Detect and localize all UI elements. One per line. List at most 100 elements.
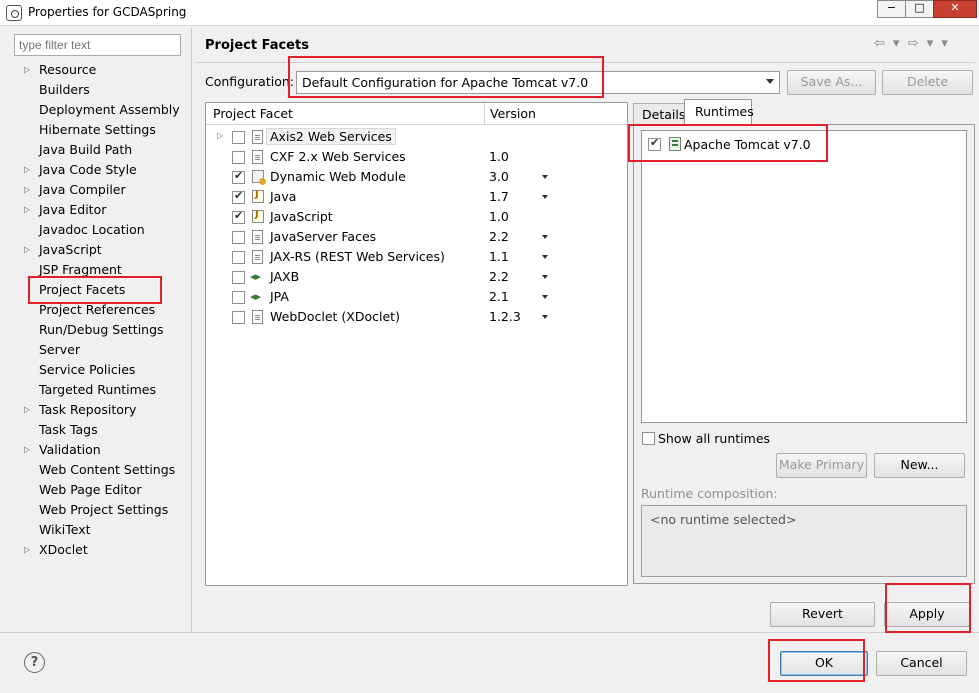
facet-name: Dynamic Web Module xyxy=(270,169,406,184)
new-runtime-button[interactable]: New... xyxy=(874,453,965,478)
version-dropdown-icon[interactable] xyxy=(542,275,548,279)
highlight-runtime xyxy=(628,124,828,162)
facet-version[interactable]: 2.2 xyxy=(489,229,509,244)
facet-row[interactable]: Java 1.7 xyxy=(206,187,627,207)
facet-row[interactable]: ◂▸ JAXB 2.2 xyxy=(206,267,627,287)
cancel-button[interactable]: Cancel xyxy=(876,651,967,676)
sidebar-divider[interactable] xyxy=(191,28,192,632)
sidebar-item-label: Run/Debug Settings xyxy=(39,322,164,337)
facet-version[interactable]: 3.0 xyxy=(489,169,509,184)
sidebar-item-label: Hibernate Settings xyxy=(39,122,156,137)
expand-arrow-icon[interactable]: ▷ xyxy=(24,440,30,460)
sidebar-item-web-page-editor[interactable]: Web Page Editor xyxy=(8,480,188,500)
facet-row[interactable]: JAX-RS (REST Web Services) 1.1 xyxy=(206,247,627,267)
sidebar-item-server[interactable]: Server xyxy=(8,340,188,360)
sidebar-item-resource[interactable]: ▷ Resource xyxy=(8,60,188,80)
sidebar-item-service-policies[interactable]: Service Policies xyxy=(8,360,188,380)
sidebar-item-targeted-runtimes[interactable]: Targeted Runtimes xyxy=(8,380,188,400)
expand-arrow-icon[interactable]: ▷ xyxy=(24,400,30,420)
expand-arrow-icon[interactable]: ▷ xyxy=(24,160,30,180)
column-header-facet[interactable]: Project Facet xyxy=(206,103,485,125)
maximize-button[interactable]: □ xyxy=(905,0,933,18)
minimize-button[interactable]: − xyxy=(877,0,905,18)
sidebar-item-run-debug-settings[interactable]: Run/Debug Settings xyxy=(8,320,188,340)
version-dropdown-icon[interactable] xyxy=(542,235,548,239)
sidebar-item-task-tags[interactable]: Task Tags xyxy=(8,420,188,440)
history-nav-arrows[interactable]: ⇦ ▾ ⇨ ▾ ▾ xyxy=(874,36,950,51)
facet-row[interactable]: WebDoclet (XDoclet) 1.2.3 xyxy=(206,307,627,327)
facet-version[interactable]: 2.2 xyxy=(489,269,509,284)
column-header-version[interactable]: Version xyxy=(485,103,627,125)
footer-separator xyxy=(0,632,979,633)
facet-version[interactable]: 1.2.3 xyxy=(489,309,521,324)
sidebar-item-hibernate-settings[interactable]: Hibernate Settings xyxy=(8,120,188,140)
sidebar-item-javascript[interactable]: ▷ JavaScript xyxy=(8,240,188,260)
sidebar-item-label: Task Repository xyxy=(39,402,137,417)
facet-version[interactable]: 2.1 xyxy=(489,289,509,304)
show-all-runtimes-label[interactable]: Show all runtimes xyxy=(658,431,770,446)
version-dropdown-icon[interactable] xyxy=(542,175,548,179)
facet-row[interactable]: JavaServer Faces 2.2 xyxy=(206,227,627,247)
sidebar-item-java-code-style[interactable]: ▷ Java Code Style xyxy=(8,160,188,180)
facet-row[interactable]: JavaScript 1.0 xyxy=(206,207,627,227)
tab-runtimes[interactable]: Runtimes xyxy=(684,99,754,125)
tab-details[interactable]: Details xyxy=(633,103,685,125)
facet-row[interactable]: ◂▸ JPA 2.1 xyxy=(206,287,627,307)
version-dropdown-icon[interactable] xyxy=(542,195,548,199)
sidebar-item-deployment-assembly[interactable]: Deployment Assembly xyxy=(8,100,188,120)
sidebar-item-xdoclet[interactable]: ▷ XDoclet xyxy=(8,540,188,560)
arrows-icon: ◂▸ xyxy=(250,290,262,303)
facets-table: Project Facet Version ▷ Axis2 Web Service… xyxy=(205,102,628,586)
facet-checkbox[interactable] xyxy=(232,209,245,224)
sidebar-item-web-project-settings[interactable]: Web Project Settings xyxy=(8,500,188,520)
expand-arrow-icon[interactable]: ▷ xyxy=(24,180,30,200)
version-dropdown-icon[interactable] xyxy=(542,255,548,259)
save-as-button[interactable]: Save As... xyxy=(787,70,876,95)
sidebar-item-java-build-path[interactable]: Java Build Path xyxy=(8,140,188,160)
show-all-runtimes-checkbox[interactable] xyxy=(642,432,655,445)
facet-row[interactable]: Dynamic Web Module 3.0 xyxy=(206,167,627,187)
expand-arrow-icon[interactable]: ▷ xyxy=(24,60,30,80)
sidebar-item-validation[interactable]: ▷ Validation xyxy=(8,440,188,460)
close-button[interactable]: ✕ xyxy=(933,0,977,18)
facet-checkbox[interactable] xyxy=(232,311,245,324)
sidebar-item-web-content-settings[interactable]: Web Content Settings xyxy=(8,460,188,480)
facet-row[interactable]: ▷ Axis2 Web Services xyxy=(206,127,627,147)
expand-arrow-icon[interactable]: ▷ xyxy=(24,240,30,260)
sidebar-item-task-repository[interactable]: ▷ Task Repository xyxy=(8,400,188,420)
facet-checkbox[interactable] xyxy=(232,189,245,204)
sidebar-item-builders[interactable]: Builders xyxy=(8,80,188,100)
delete-button[interactable]: Delete xyxy=(882,70,973,95)
expand-arrow-icon[interactable]: ▷ xyxy=(24,540,30,560)
facet-version[interactable]: 1.7 xyxy=(489,189,509,204)
revert-button[interactable]: Revert xyxy=(770,602,875,627)
sidebar-item-label: Targeted Runtimes xyxy=(39,382,156,397)
facet-checkbox[interactable] xyxy=(232,271,245,284)
sidebar-item-wikitext[interactable]: WikiText xyxy=(8,520,188,540)
facet-checkbox[interactable] xyxy=(232,169,245,184)
facet-row[interactable]: CXF 2.x Web Services 1.0 xyxy=(206,147,627,167)
dropdown-arrow-icon[interactable] xyxy=(766,79,774,84)
facet-checkbox[interactable] xyxy=(232,151,245,164)
sidebar-item-label: Web Page Editor xyxy=(39,482,142,497)
sidebar-item-label: Java Code Style xyxy=(39,162,137,177)
sidebar-item-label: Web Project Settings xyxy=(39,502,169,517)
facet-checkbox[interactable] xyxy=(232,131,245,144)
facet-name: Axis2 Web Services xyxy=(266,128,396,145)
sidebar-item-label: Task Tags xyxy=(39,422,98,437)
help-icon[interactable]: ? xyxy=(24,652,45,673)
arrows-icon: ◂▸ xyxy=(250,270,262,283)
version-dropdown-icon[interactable] xyxy=(542,315,548,319)
facet-version[interactable]: 1.1 xyxy=(489,249,509,264)
sidebar-item-java-editor[interactable]: ▷ Java Editor xyxy=(8,200,188,220)
sidebar-item-javadoc-location[interactable]: Javadoc Location xyxy=(8,220,188,240)
make-primary-button[interactable]: Make Primary xyxy=(776,453,867,478)
facet-checkbox[interactable] xyxy=(232,251,245,264)
expand-arrow-icon[interactable]: ▷ xyxy=(217,131,223,140)
facet-checkbox[interactable] xyxy=(232,291,245,304)
sidebar-item-label: Web Content Settings xyxy=(39,462,176,477)
version-dropdown-icon[interactable] xyxy=(542,295,548,299)
expand-arrow-icon[interactable]: ▷ xyxy=(24,200,30,220)
facet-checkbox[interactable] xyxy=(232,231,245,244)
sidebar-item-java-compiler[interactable]: ▷ Java Compiler xyxy=(8,180,188,200)
